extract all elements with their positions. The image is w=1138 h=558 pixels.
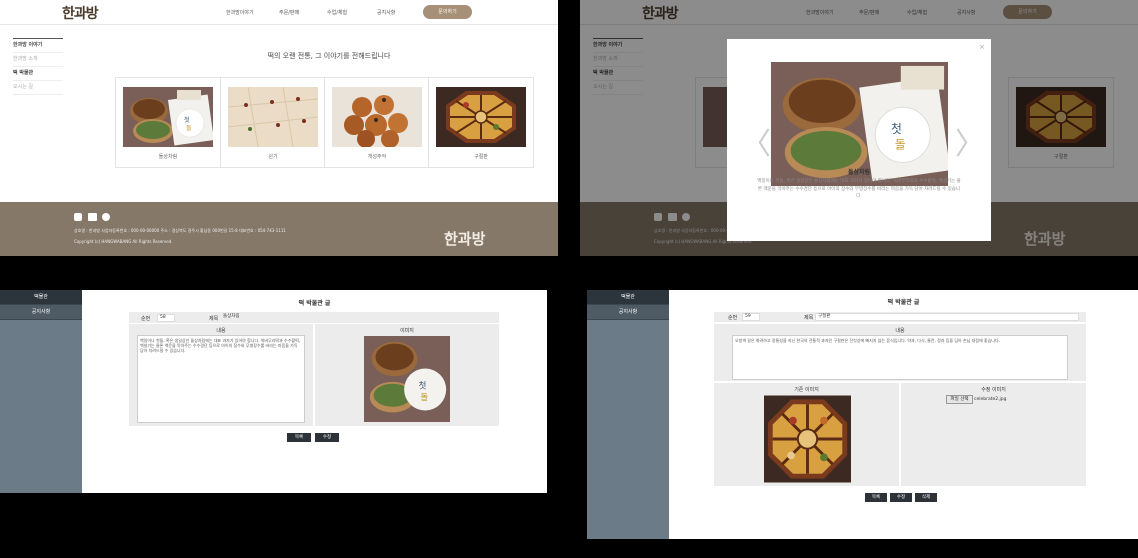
site-footer: 상호명 : 한과방 사업자등록번호 : 000-00-00000 주소 : 경상… (0, 202, 558, 256)
footer-info: 상호명 : 한과방 사업자등록번호 : 000-00-00000 주소 : 경상… (74, 228, 286, 233)
image-section: 이미지 첫 돌 (315, 324, 499, 426)
subject-field[interactable]: 돌상차림 (221, 314, 478, 320)
svg-text:돌: 돌 (186, 125, 192, 132)
list-button[interactable]: 목록 (287, 433, 311, 442)
subject-label: 제목 (209, 316, 219, 322)
svg-text:돌: 돌 (420, 392, 428, 403)
content-label: 내용 (216, 328, 226, 334)
nav-class[interactable]: 수업/체험 (327, 9, 347, 16)
card-caption: 쉰기 (268, 154, 278, 160)
post-image: 첫 돌 (364, 336, 450, 422)
sidebar-item-notice[interactable]: 공지사항 (0, 305, 82, 320)
museum-card-juak[interactable]: 개성주악 (324, 77, 430, 168)
left-nav-museum[interactable]: 떡 박물관 (13, 67, 63, 81)
file-select-button[interactable]: 파일 선택 (946, 395, 973, 404)
original-image-section: 기존 이미지 (714, 383, 899, 486)
content-textarea[interactable]: 백일이나 첫돌, 혹은 생일상인 돌상차림에는 대표 과자가 있어야 합니다. … (137, 335, 305, 423)
svg-text:첫: 첫 (184, 116, 190, 124)
footer-logo: 한과방 (444, 230, 486, 248)
file-name: celebrate2.jpg (974, 397, 1007, 402)
list-button[interactable]: 목록 (865, 493, 887, 502)
content-textarea[interactable]: 오방색 갈은 화려하고 정통성을 지닌 한국의 전통적 과자인 구절판은 잔칫상… (732, 335, 1068, 380)
juak-photo (332, 87, 422, 147)
svg-text:첫: 첫 (891, 122, 902, 136)
svg-text:돌: 돌 (895, 138, 906, 152)
modal-title: 돌상차림 (847, 169, 871, 176)
modal-description: 백일이나 첫돌, 혹은 생일상인 돌상차림에는 대표 과자가 있어야 합니다. … (757, 179, 961, 199)
original-image (764, 395, 851, 483)
content-label: 내용 (895, 328, 905, 334)
left-nav: 한과방 이야기 한과방 소개 떡 박물관 오시는 길 (13, 38, 63, 95)
meta-row: 순번 58 제목 돌상차림 (129, 312, 499, 323)
delete-button[interactable]: 삭제 (915, 493, 937, 502)
subject-label: 제목 (804, 315, 814, 321)
museum-card-dolsang[interactable]: 첫 돌 돌상차림 (115, 77, 221, 168)
detail-modal: × 〈 〉 첫 돌 돌상차림 백일이나 첫돌, 혹은 생일상인 돌상차림에는 대… (727, 39, 991, 241)
admin-page-title: 떡 박물관 글 (887, 299, 920, 306)
prev-arrow-icon[interactable]: 〈 (741, 119, 771, 163)
content-section: 내용 백일이나 첫돌, 혹은 생일상인 돌상차림에는 대표 과자가 있어야 합니… (129, 324, 313, 426)
page-headline: 떡의 오랜 전통, 그 이야기를 전해드립니다 (267, 52, 391, 60)
site-header: 한과방 한과방이야기 주문/판매 수업/체험 공지사항 문의하기 (0, 0, 558, 25)
admin-page-title: 떡 박물관 글 (298, 300, 331, 307)
card-caption: 돌상차림 (158, 154, 178, 160)
admin-sidebar: 떡물관 공지사항 (0, 290, 82, 493)
songi-photo (228, 87, 318, 147)
sidebar-item-museum[interactable]: 떡물관 (587, 290, 669, 305)
no-field[interactable]: 59 (742, 313, 760, 321)
card-caption: 구절판 (474, 154, 488, 160)
inquiry-button[interactable]: 문의하기 (423, 5, 472, 19)
new-image-section: 수정 이미지 파일 선택 celebrate2.jpg (901, 383, 1086, 486)
dolsang-photo: 첫 돌 (123, 87, 213, 147)
new-image-label: 수정 이미지 (981, 387, 1006, 393)
card-caption: 개성주악 (367, 154, 387, 160)
museum-page: 한과방 한과방이야기 주문/판매 수업/체험 공지사항 문의하기 한과방 이야기… (0, 0, 558, 256)
sidebar-item-museum[interactable]: 떡물관 (0, 290, 82, 305)
left-nav-story[interactable]: 한과방 이야기 (13, 38, 63, 53)
admin-edit-post: 떡물관 공지사항 떡 박물관 글 순번 59 제목 구절판 내용 오방색 갈은 … (587, 290, 1138, 539)
nav-story[interactable]: 한과방이야기 (226, 9, 254, 16)
close-icon[interactable]: × (979, 43, 985, 51)
left-nav-directions[interactable]: 오시는 길 (13, 81, 63, 95)
image-label: 이미지 (400, 328, 414, 334)
edit-button[interactable]: 수정 (315, 433, 339, 442)
no-label: 순번 (728, 315, 738, 321)
museum-card-gujeolpan[interactable]: 구절판 (428, 77, 534, 168)
instagram-icon[interactable] (74, 213, 82, 221)
meta-row: 순번 59 제목 구절판 (714, 312, 1086, 322)
svg-text:첫: 첫 (418, 381, 426, 392)
no-field[interactable]: 58 (157, 314, 175, 322)
footer-copyright: Copyright (c) HANGWABANG All Rights Rese… (74, 239, 173, 244)
admin-view-post: 떡물관 공지사항 떡 박물관 글 순번 58 제목 돌상차림 내용 백일이나 첫… (0, 290, 547, 493)
blog-icon[interactable] (88, 213, 97, 221)
museum-card-songi[interactable]: 쉰기 (220, 77, 326, 168)
left-nav-intro[interactable]: 한과방 소개 (13, 53, 63, 67)
original-image-label: 기존 이미지 (794, 387, 819, 393)
subject-field[interactable]: 구절판 (815, 313, 1079, 321)
site-logo[interactable]: 한과방 (62, 3, 99, 23)
content-section: 내용 오방색 갈은 화려하고 정통성을 지닌 한국의 전통적 과자인 구절판은 … (714, 324, 1086, 381)
nav-order[interactable]: 주문/판매 (279, 9, 299, 16)
edit-button[interactable]: 수정 (890, 493, 912, 502)
kakaotalk-icon[interactable] (102, 213, 110, 221)
next-arrow-icon[interactable]: 〉 (955, 119, 985, 163)
sidebar-item-notice[interactable]: 공지사항 (587, 305, 669, 320)
gujeolpan-photo (436, 87, 526, 147)
nav-notice[interactable]: 공지사항 (377, 9, 395, 16)
admin-sidebar: 떡물관 공지사항 (587, 290, 669, 539)
no-label: 순번 (141, 316, 151, 322)
museum-page-modal: 한과방 한과방이야기 주문/판매 수업/체험 공지사항 문의하기 한과방 이야기… (580, 0, 1138, 256)
